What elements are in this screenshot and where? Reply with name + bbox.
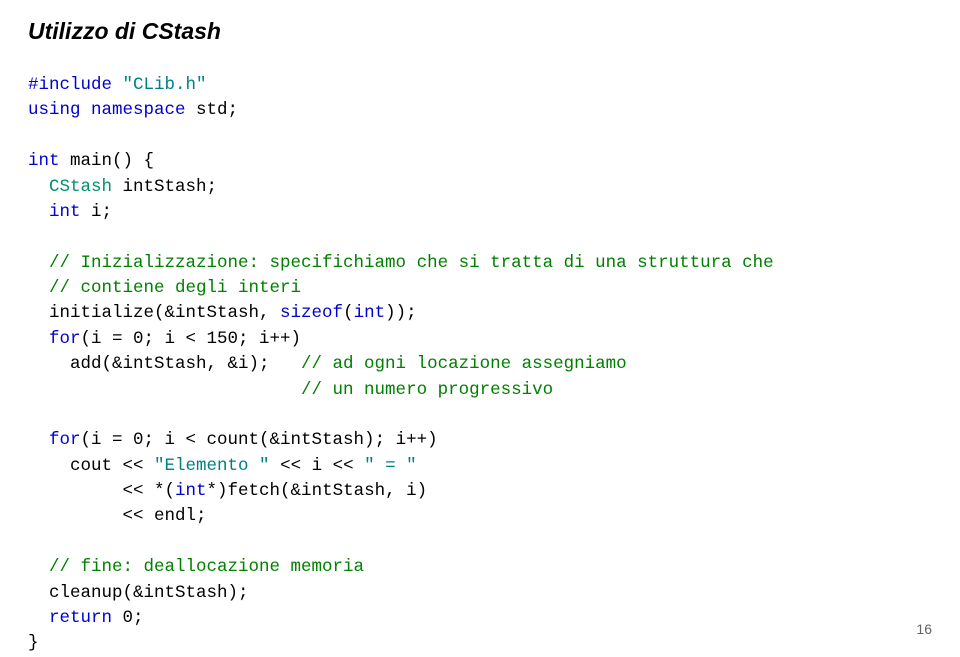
string: " = " — [364, 456, 417, 476]
using: using namespace — [28, 100, 196, 120]
type: CStash — [28, 177, 123, 197]
code-text: << endl; — [28, 506, 207, 526]
code-text: std; — [196, 100, 238, 120]
code-text: )); — [385, 303, 417, 323]
code-text: initialize(&intStash, — [28, 303, 280, 323]
code-text: intStash; — [123, 177, 218, 197]
code-text: i; — [91, 202, 112, 222]
code-text: 0; — [123, 608, 144, 628]
code-text: *)fetch(&intStash, i) — [207, 481, 428, 501]
code-text: cleanup(&intStash); — [28, 583, 249, 603]
kw-int: int — [354, 303, 386, 323]
code-block: #include "CLib.h" using namespace std; i… — [28, 73, 932, 657]
code-text: add(&intStash, &i); — [28, 354, 301, 374]
page-number: 16 — [916, 621, 932, 637]
kw-sizeof: sizeof — [280, 303, 343, 323]
string: "Elemento " — [154, 456, 280, 476]
code-text: ( — [343, 303, 354, 323]
code-text: << i << — [280, 456, 364, 476]
code-text: (i = 0; i < count(&intStash); i++) — [81, 430, 438, 450]
comment: // ad ogni locazione assegniamo — [301, 354, 627, 374]
code-text: main() { — [70, 151, 154, 171]
code-text: << *( — [28, 481, 175, 501]
comment: // Inizializzazione: specifichiamo che s… — [28, 253, 774, 273]
kw-return: return — [28, 608, 123, 628]
code-text — [28, 380, 301, 400]
kw-int: int — [175, 481, 207, 501]
comment: // un numero progressivo — [301, 380, 553, 400]
code-text: (i = 0; i < 150; i++) — [81, 329, 302, 349]
kw-int: int — [28, 202, 91, 222]
kw-for: for — [28, 430, 81, 450]
string: "CLib.h" — [123, 75, 207, 95]
kw-int: int — [28, 151, 70, 171]
preproc: #include — [28, 75, 123, 95]
comment: // contiene degli interi — [28, 278, 301, 298]
code-text: } — [28, 633, 39, 653]
comment: // fine: deallocazione memoria — [28, 557, 364, 577]
kw-for: for — [28, 329, 81, 349]
code-text: cout << — [28, 456, 154, 476]
slide-title: Utilizzo di CStash — [28, 18, 932, 45]
